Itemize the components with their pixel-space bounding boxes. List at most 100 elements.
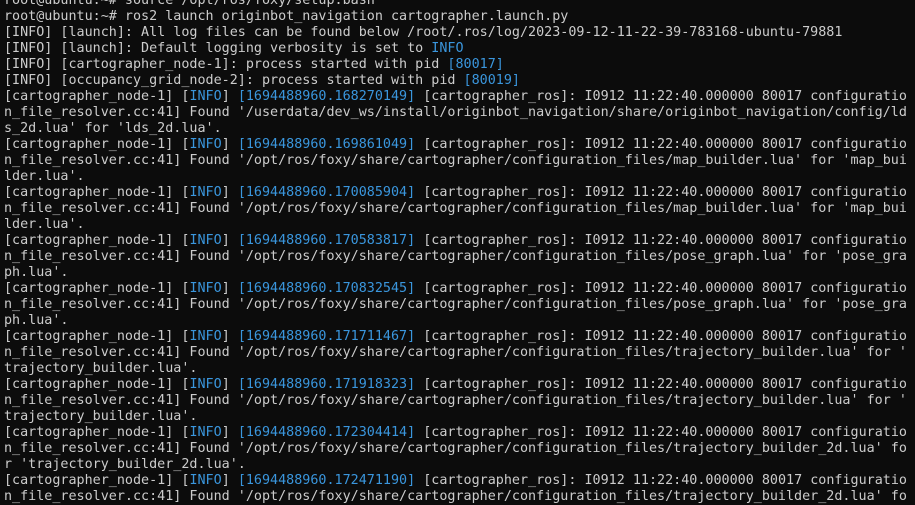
terminal-line: r 'trajectory_builder_2d.lua'. [4,457,915,473]
terminal-text: n_file_resolver.cc:41] Found '/opt/ros/f… [4,297,907,312]
terminal-line: n_file_resolver.cc:41] Found '/opt/ros/f… [4,201,915,217]
log-level-label: INFO [189,137,222,152]
terminal-text: [cartographer_node-1] [ [4,281,190,296]
log-timestamp: [1694488960.171918323] [237,377,416,392]
terminal-line: [cartographer_node-1] [INFO] [1694488960… [4,281,915,297]
log-level-label: INFO [189,89,222,104]
terminal-line: ph.lua'. [4,265,915,281]
log-timestamp: [1694488960.172304414] [237,425,416,440]
terminal-text: root@ubuntu:~# ros2 launch originbot_nav… [4,9,569,24]
terminal-text: [cartographer_ros]: I0912 11:22:40.00000… [415,233,907,248]
terminal-text: ] [221,281,238,296]
terminal-line: [INFO] [launch]: Default logging verbosi… [4,41,915,57]
terminal-text: [cartographer_ros]: I0912 11:22:40.00000… [415,185,907,200]
log-timestamp: [1694488960.170832545] [237,281,416,296]
terminal-text: [cartographer_ros]: I0912 11:22:40.00000… [415,281,907,296]
terminal-text: [INFO] [occupancy_grid_node-2]: process … [4,73,464,88]
terminal-text: trajectory_builder.lua'. [4,409,198,424]
terminal-text: [INFO] [cartographer_node-1]: process st… [4,57,448,72]
terminal-text: n_file_resolver.cc:41] Found '/opt/ros/f… [4,201,907,216]
terminal-text: n_file_resolver.cc:41] Found '/userdata/… [4,105,907,120]
log-level-label: INFO [189,281,222,296]
terminal-line: n_file_resolver.cc:41] Found '/opt/ros/f… [4,249,915,265]
terminal-line: n_file_resolver.cc:41] Found '/opt/ros/f… [4,393,915,409]
terminal-line: n_file_resolver.cc:41] Found '/opt/ros/f… [4,345,915,361]
terminal-text: [cartographer_ros]: I0912 11:22:40.00000… [415,329,907,344]
terminal-line: [cartographer_node-1] [INFO] [1694488960… [4,185,915,201]
terminal-text: [cartographer_node-1] [ [4,233,190,248]
log-level-label: INFO [189,425,222,440]
terminal-line: trajectory_builder.lua'. [4,361,915,377]
terminal-line: s_2d.lua' for 'lds_2d.lua'. [4,121,915,137]
terminal-line: [cartographer_node-1] [INFO] [1694488960… [4,329,915,345]
terminal-text: [cartographer_node-1] [ [4,185,190,200]
terminal-text: ] [221,233,238,248]
terminal-text: [INFO] [launch]: Default logging verbosi… [4,41,432,56]
terminal-line: [INFO] [occupancy_grid_node-2]: process … [4,73,915,89]
terminal-text: [cartographer_ros]: I0912 11:22:40.00000… [415,473,907,488]
terminal-line: n_file_resolver.cc:41] Found '/opt/ros/f… [4,489,915,505]
process-pid: [80017] [447,57,504,72]
terminal-line: [INFO] [cartographer_node-1]: process st… [4,57,915,73]
terminal-line: root@ubuntu:~# ros2 launch originbot_nav… [4,9,915,25]
terminal-text: r 'trajectory_builder_2d.lua'. [4,457,246,472]
terminal-text: [cartographer_node-1] [ [4,425,190,440]
terminal-text: ] [221,137,238,152]
terminal-text: ] [221,425,238,440]
terminal-text: [cartographer_node-1] [ [4,377,190,392]
terminal-text: trajectory_builder.lua'. [4,361,198,376]
terminal-text: [cartographer_ros]: I0912 11:22:40.00000… [415,89,907,104]
process-pid: [80019] [463,73,520,88]
terminal-text: [cartographer_ros]: I0912 11:22:40.00000… [415,137,907,152]
terminal-text: n_file_resolver.cc:41] Found '/opt/ros/f… [4,153,907,168]
log-timestamp: [1694488960.172471190] [237,473,416,488]
terminal-line: n_file_resolver.cc:41] Found '/opt/ros/f… [4,297,915,313]
terminal-text: n_file_resolver.cc:41] Found '/opt/ros/f… [4,345,907,360]
log-timestamp: [1694488960.169861049] [237,137,416,152]
terminal-text: ] [221,377,238,392]
terminal-line: [cartographer_node-1] [INFO] [1694488960… [4,425,915,441]
log-level-label: INFO [189,473,222,488]
terminal-text: root@ubuntu:~# source /opt/ros/foxy/setu… [4,0,375,8]
log-timestamp: [1694488960.171711467] [237,329,416,344]
terminal-text: [cartographer_node-1] [ [4,473,190,488]
log-timestamp: [1694488960.170085904] [237,185,416,200]
terminal-line: [cartographer_node-1] [INFO] [1694488960… [4,473,915,489]
log-level-label: INFO [189,377,222,392]
log-level-label: INFO [431,41,464,56]
terminal-line: n_file_resolver.cc:41] Found '/userdata/… [4,105,915,121]
terminal-line: n_file_resolver.cc:41] Found '/opt/ros/f… [4,441,915,457]
terminal-text: s_2d.lua' for 'lds_2d.lua'. [4,121,222,136]
terminal-text: [cartographer_node-1] [ [4,89,190,104]
terminal-line: [cartographer_node-1] [INFO] [1694488960… [4,233,915,249]
terminal-text: [cartographer_node-1] [ [4,329,190,344]
terminal-output[interactable]: root@ubuntu:~# source /opt/ros/foxy/setu… [4,0,915,505]
log-level-label: INFO [189,329,222,344]
terminal-line: [cartographer_node-1] [INFO] [1694488960… [4,377,915,393]
terminal-text: [INFO] [launch]: All log files can be fo… [4,25,843,40]
terminal-text: lder.lua'. [4,169,85,184]
terminal-text: ] [221,89,238,104]
terminal-text: n_file_resolver.cc:41] Found '/opt/ros/f… [4,249,907,264]
terminal-text: n_file_resolver.cc:41] Found '/opt/ros/f… [4,441,907,456]
log-timestamp: [1694488960.168270149] [237,89,416,104]
terminal-text: [cartographer_ros]: I0912 11:22:40.00000… [415,377,907,392]
terminal-text: ] [221,329,238,344]
terminal-line: [cartographer_node-1] [INFO] [1694488960… [4,89,915,105]
terminal-text: n_file_resolver.cc:41] Found '/opt/ros/f… [4,489,907,504]
terminal-text: n_file_resolver.cc:41] Found '/opt/ros/f… [4,393,907,408]
terminal-text: ] [221,473,238,488]
terminal-text: ] [221,185,238,200]
terminal-line: trajectory_builder.lua'. [4,409,915,425]
terminal-text: ph.lua'. [4,265,69,280]
terminal-line: lder.lua'. [4,169,915,185]
log-level-label: INFO [189,185,222,200]
log-timestamp: [1694488960.170583817] [237,233,416,248]
terminal-line: n_file_resolver.cc:41] Found '/opt/ros/f… [4,153,915,169]
terminal-line: lder.lua'. [4,217,915,233]
terminal-line: [cartographer_node-1] [INFO] [1694488960… [4,137,915,153]
terminal-text: [cartographer_node-1] [ [4,137,190,152]
terminal-line: root@ubuntu:~# source /opt/ros/foxy/setu… [4,0,915,9]
terminal-text: lder.lua'. [4,217,85,232]
terminal-text: ph.lua'. [4,313,69,328]
